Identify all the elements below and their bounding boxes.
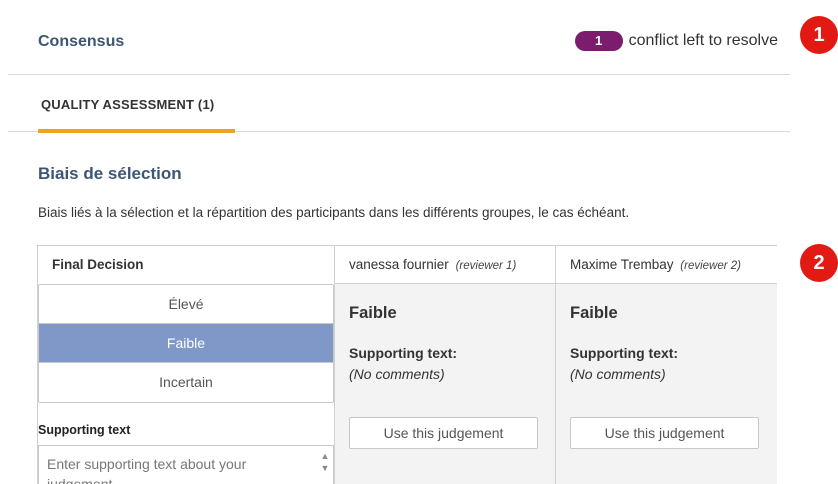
option-eleve[interactable]: Élevé <box>39 285 333 324</box>
conflict-count-badge: 1 <box>574 31 623 51</box>
page-title: Consensus <box>38 33 125 50</box>
option-incertain[interactable]: Incertain <box>39 363 333 402</box>
reviewer-1-decision: Faible <box>349 304 397 322</box>
reviewer-1-supporting-label: Supporting text: <box>349 345 458 361</box>
textarea-scrollbar[interactable]: ▲ ▼ <box>319 450 331 480</box>
final-decision-header: Final Decision <box>38 246 334 284</box>
reviewer-2-header: Maxime Trembay (reviewer 2) <box>556 246 777 284</box>
option-faible[interactable]: Faible <box>39 324 333 363</box>
reviewer-1-column: vanessa fournier (reviewer 1) Faible Sup… <box>334 246 555 484</box>
section-title: Biais de sélection <box>38 164 182 183</box>
reviewer-2-name: Maxime Trembay <box>570 257 674 272</box>
supporting-text-label: Supporting text <box>38 423 131 437</box>
reviewer-1-supporting-text: (No comments) <box>349 366 445 382</box>
reviewer-2-supporting-text: (No comments) <box>570 366 666 382</box>
reviewer-2-role: (reviewer 2) <box>680 260 742 272</box>
section-description: Biais liés à la sélection et la répartit… <box>38 205 630 220</box>
use-judgement-button-reviewer-1[interactable]: Use this judgement <box>349 417 538 449</box>
reviewer-2-decision: Faible <box>570 304 618 322</box>
reviewer-1-header: vanessa fournier (reviewer 1) <box>335 246 555 284</box>
annotation-callout-2: 2 <box>800 244 838 282</box>
supporting-text-field[interactable]: Enter supporting text about your judgeme… <box>38 445 334 484</box>
tab-bar: QUALITY ASSESSMENT (1) <box>8 75 790 133</box>
consensus-grid: Final Decision Élevé Faible Incertain Su… <box>37 245 777 484</box>
final-decision-column: Final Decision Élevé Faible Incertain Su… <box>38 246 334 484</box>
tab-label: QUALITY ASSESSMENT (1) <box>41 97 215 112</box>
chevron-up-icon[interactable]: ▲ <box>319 450 331 462</box>
active-tab-indicator <box>38 129 235 133</box>
tab-quality-assessment[interactable]: QUALITY ASSESSMENT (1) <box>38 75 235 133</box>
chevron-down-icon[interactable]: ▼ <box>319 462 331 474</box>
supporting-text-placeholder: Enter supporting text about your judgeme… <box>47 456 247 484</box>
reviewer-2-column: Maxime Trembay (reviewer 2) Faible Suppo… <box>555 246 777 484</box>
conflict-status-text: conflict left to resolve <box>628 32 778 49</box>
consensus-header: Consensus 1 conflict left to resolve <box>8 0 790 75</box>
judgement-options: Élevé Faible Incertain <box>38 284 334 403</box>
conflict-status: 1 conflict left to resolve <box>574 31 778 51</box>
annotation-callout-1: 1 <box>800 16 838 54</box>
reviewer-2-supporting-label: Supporting text: <box>570 345 679 361</box>
use-judgement-button-reviewer-2[interactable]: Use this judgement <box>570 417 759 449</box>
reviewer-1-role: (reviewer 1) <box>455 260 517 272</box>
reviewer-1-name: vanessa fournier <box>349 257 449 272</box>
